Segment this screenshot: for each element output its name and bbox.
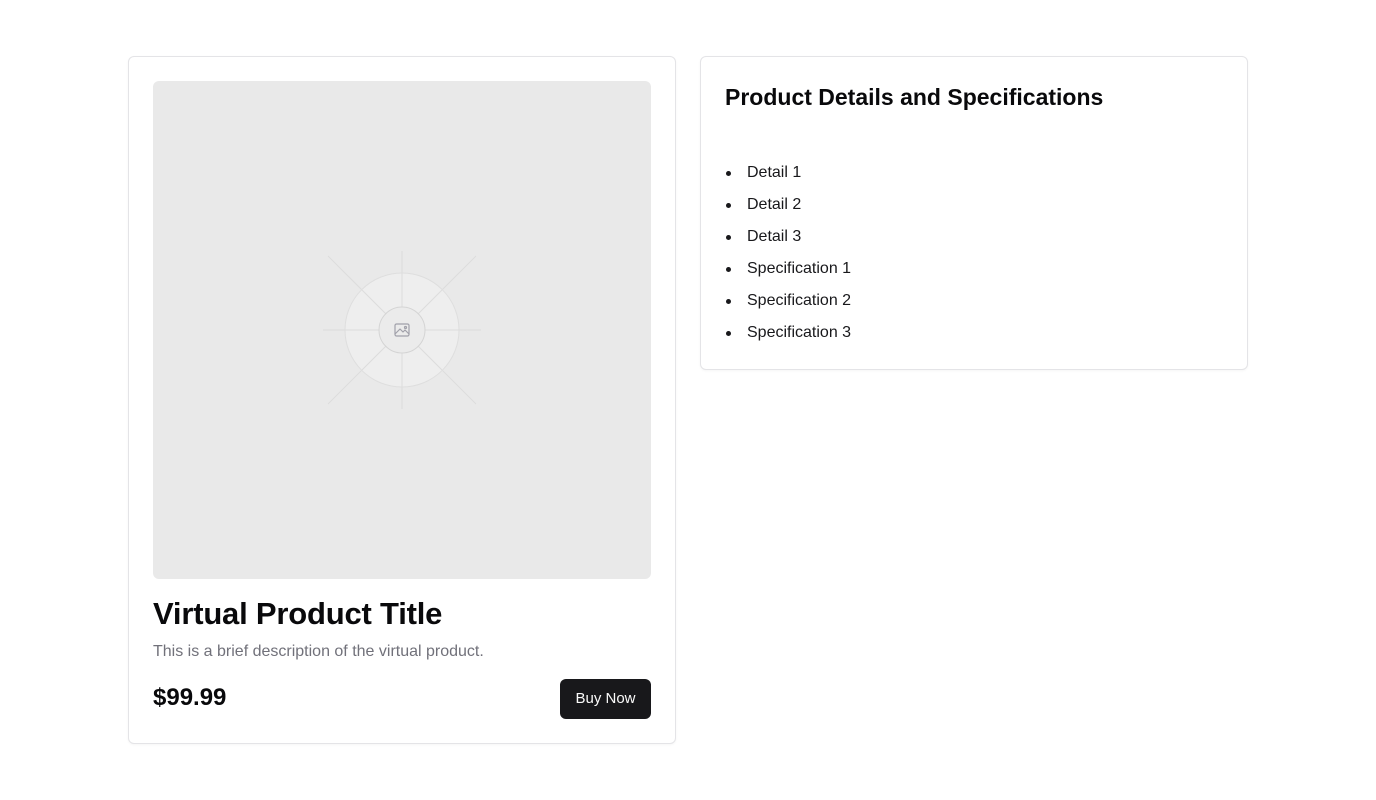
bullet-icon	[726, 331, 731, 336]
bullet-icon	[726, 267, 731, 272]
list-item-label: Detail 1	[747, 164, 802, 181]
details-card: Product Details and Specifications Detai…	[700, 56, 1248, 370]
bullet-icon	[726, 299, 731, 304]
list-item: Specification 2	[725, 285, 851, 317]
buy-now-button[interactable]: Buy Now	[560, 679, 651, 719]
list-item-label: Specification 3	[747, 324, 852, 341]
list-item: Detail 1	[725, 157, 851, 189]
list-item-label: Specification 2	[747, 292, 852, 309]
list-item: Specification 3	[725, 317, 851, 349]
product-card: Virtual Product Title This is a brief de…	[128, 56, 676, 744]
product-title: Virtual Product Title	[153, 596, 443, 631]
list-item-label: Detail 2	[747, 196, 802, 213]
list-item: Specification 1	[725, 253, 851, 285]
bullet-icon	[726, 203, 731, 208]
product-description: This is a brief description of the virtu…	[153, 643, 484, 660]
details-list: Detail 1 Detail 2 Detail 3 Specification…	[725, 157, 851, 349]
list-item-label: Specification 1	[747, 260, 852, 277]
bullet-icon	[726, 171, 731, 176]
list-item-label: Detail 3	[747, 228, 802, 245]
product-price: $99.99	[153, 684, 227, 711]
details-title: Product Details and Specifications	[725, 84, 1104, 110]
bullet-icon	[726, 235, 731, 240]
image-placeholder-icon	[323, 251, 481, 409]
product-image-placeholder	[153, 81, 651, 579]
list-item: Detail 3	[725, 221, 851, 253]
page: Virtual Product Title This is a brief de…	[0, 0, 1376, 800]
list-item: Detail 2	[725, 189, 851, 221]
